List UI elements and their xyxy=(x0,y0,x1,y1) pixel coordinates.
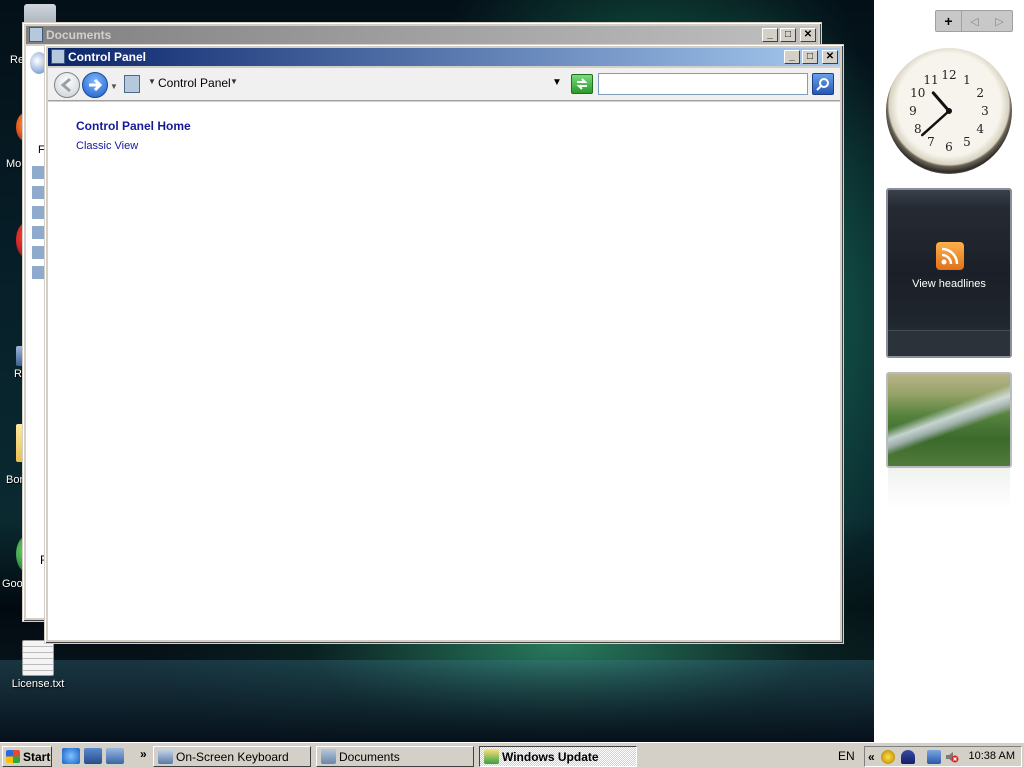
control-panel-titlebar[interactable]: Control Panel _ □ ✕ xyxy=(48,48,840,66)
taskbar-button-on-screen-keyboard[interactable]: On-Screen Keyboard xyxy=(153,746,311,767)
desktop-icon-label-partial: R xyxy=(14,368,22,380)
clock-numeral: 6 xyxy=(945,140,953,154)
maximize-button[interactable]: □ xyxy=(802,50,818,64)
control-panel-window[interactable]: Control Panel _ □ ✕ ▼ ▼ Control Panel ▼ … xyxy=(44,44,844,644)
volume-muted-icon[interactable] xyxy=(945,750,959,764)
clock-numeral: 3 xyxy=(981,104,989,118)
clock-numeral: 1 xyxy=(963,73,971,87)
start-label: Start xyxy=(23,749,51,764)
clock-numeral: 12 xyxy=(941,68,956,82)
notification-area: « 10:38 AM xyxy=(864,746,1022,767)
switch-windows-icon[interactable] xyxy=(106,748,124,764)
internet-explorer-icon[interactable] xyxy=(62,748,80,764)
rss-icon xyxy=(936,242,964,270)
navigation-toolbar: ▼ ▼ Control Panel ▼ ▼ xyxy=(48,68,840,101)
back-button[interactable] xyxy=(54,72,80,98)
clock-numeral: 9 xyxy=(909,104,917,118)
add-gadget-button[interactable]: + xyxy=(936,11,962,31)
folder-icon xyxy=(321,749,336,764)
clock-face: 12 12 3 45678 9 1011 xyxy=(909,68,989,154)
address-dropdown-icon[interactable]: ▼ xyxy=(552,77,562,88)
next-gadgets-button[interactable]: ▷ xyxy=(987,11,1012,31)
back-arrow-icon xyxy=(60,77,71,93)
documents-navigation-pane: Fa F xyxy=(26,46,51,618)
clock-numeral: 11 xyxy=(923,73,938,87)
search-input[interactable] xyxy=(599,74,807,94)
windows-logo-icon xyxy=(6,750,20,763)
documents-titlebar[interactable]: Documents _ □ ✕ xyxy=(26,26,818,44)
wizard-icon[interactable] xyxy=(901,750,915,764)
language-indicator[interactable]: EN xyxy=(838,749,855,763)
classic-view-link[interactable]: Classic View xyxy=(76,140,138,152)
window-title: Documents xyxy=(46,28,112,42)
breadcrumb-control-panel[interactable]: Control Panel xyxy=(158,76,231,90)
desktop-icon-label: License.txt xyxy=(11,678,65,690)
clock-numeral: 10 xyxy=(910,86,925,100)
text-file-icon xyxy=(22,640,54,676)
forward-arrow-icon xyxy=(89,78,103,92)
control-panel-icon xyxy=(51,49,65,64)
star-icon[interactable] xyxy=(881,750,895,764)
search-icon xyxy=(816,78,829,91)
sidebar-gadget-controls: + ◁ ▷ xyxy=(935,10,1013,32)
clock-numeral: 5 xyxy=(963,135,971,149)
desktop-icon-label-partial: Mo xyxy=(6,158,22,170)
recent-pages-dropdown-icon[interactable]: ▼ xyxy=(110,82,118,91)
clock-gadget[interactable]: 12 1 2 3 4 5 6 7 8 9 10 11 xyxy=(886,48,1012,174)
close-button[interactable]: ✕ xyxy=(822,50,838,64)
taskbar-button-label: Windows Update xyxy=(502,749,599,764)
license-file-icon[interactable]: License.txt xyxy=(3,640,73,690)
taskbar-button-windows-update[interactable]: Windows Update xyxy=(479,746,637,767)
clock-hour-hand xyxy=(931,91,951,113)
view-headlines-label: View headlines xyxy=(912,278,986,290)
show-desktop-icon[interactable] xyxy=(84,748,102,764)
start-button[interactable]: Start xyxy=(2,746,52,767)
windows-update-icon xyxy=(484,749,499,764)
clock-center-pin xyxy=(946,108,952,114)
taskbar-button-label: Documents xyxy=(339,749,400,764)
search-field[interactable] xyxy=(598,73,808,95)
taskbar-button-label: On-Screen Keyboard xyxy=(176,749,289,764)
quick-launch-overflow-button[interactable]: » xyxy=(140,747,147,761)
show-hidden-icons-button[interactable]: « xyxy=(868,750,875,764)
wallpaper-lake xyxy=(0,660,874,742)
forward-button[interactable] xyxy=(82,72,108,98)
slideshow-reflection xyxy=(888,468,1010,508)
clock-numeral: 7 xyxy=(927,135,935,149)
clock-numeral: 8 xyxy=(914,122,922,136)
window-title: Control Panel xyxy=(68,50,147,64)
refresh-icon xyxy=(576,78,588,90)
folder-icon xyxy=(29,27,43,42)
maximize-button[interactable]: □ xyxy=(780,28,796,42)
clock-numeral: 2 xyxy=(976,86,984,100)
feed-headlines-gadget[interactable]: View headlines xyxy=(886,188,1012,358)
taskbar: Start » On-Screen Keyboard Documents Win… xyxy=(0,742,1024,768)
breadcrumb-chevron-icon[interactable]: ▼ xyxy=(230,77,238,86)
slideshow-gadget[interactable] xyxy=(886,372,1012,468)
control-panel-content: Control Panel Home Classic View xyxy=(48,102,840,640)
taskbar-button-documents[interactable]: Documents xyxy=(316,746,474,767)
previous-gadgets-button[interactable]: ◁ xyxy=(962,11,987,31)
minimize-button[interactable]: _ xyxy=(784,50,800,64)
control-panel-icon xyxy=(124,75,140,93)
clock-minute-hand xyxy=(920,109,951,137)
keyboard-icon xyxy=(158,749,173,764)
control-panel-home-link[interactable]: Control Panel Home xyxy=(76,119,191,133)
refresh-button[interactable] xyxy=(571,74,593,94)
minimize-button[interactable]: _ xyxy=(762,28,778,42)
feed-gadget-footer xyxy=(888,330,1010,356)
close-button[interactable]: ✕ xyxy=(800,28,816,42)
desktop-icon-label-partial: Goo xyxy=(2,578,23,590)
clock-numeral: 4 xyxy=(976,122,984,136)
breadcrumb-chevron-icon[interactable]: ▼ xyxy=(148,77,156,86)
network-icon[interactable] xyxy=(927,750,941,764)
clock-time[interactable]: 10:38 AM xyxy=(969,750,1015,762)
search-button[interactable] xyxy=(812,73,834,95)
